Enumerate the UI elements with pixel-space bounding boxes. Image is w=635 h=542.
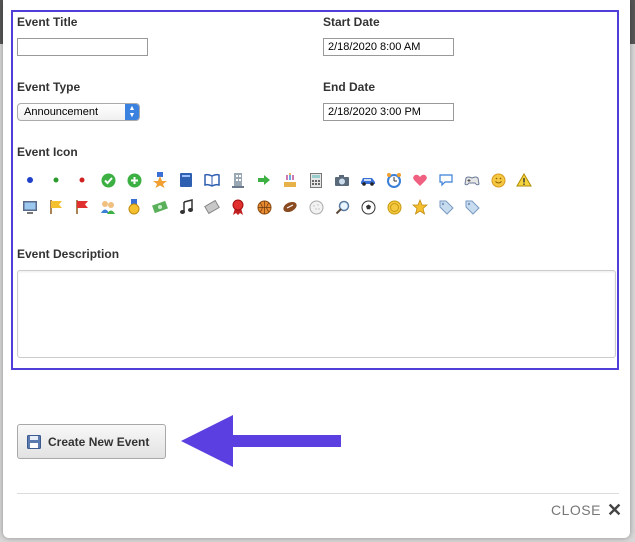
basketball-icon[interactable] — [256, 199, 272, 215]
start-date-label: Start Date — [323, 15, 380, 29]
gold-medal-icon[interactable] — [126, 199, 142, 215]
smiley-icon[interactable] — [490, 172, 506, 188]
event-description-label: Event Description — [17, 247, 120, 261]
gold-star-icon[interactable] — [412, 199, 428, 215]
event-type-label: Event Type — [17, 80, 81, 94]
end-date-input[interactable] — [323, 103, 454, 121]
floppy-disk-icon — [27, 434, 41, 449]
green-arrow-icon[interactable] — [256, 172, 272, 188]
create-new-event-label: Create New Event — [48, 434, 150, 449]
annotation-arrow — [181, 415, 341, 467]
gamepad-icon[interactable] — [464, 172, 480, 188]
soccer-ball-icon[interactable] — [360, 199, 376, 215]
speech-bubble-icon[interactable] — [438, 172, 454, 188]
red-dot-icon[interactable] — [74, 172, 90, 188]
blue-tag-icon[interactable] — [438, 199, 454, 215]
calculator-icon[interactable] — [308, 172, 324, 188]
blue-book-icon[interactable] — [178, 172, 194, 188]
start-date-input[interactable] — [323, 38, 454, 56]
red-ribbon-icon[interactable] — [230, 199, 246, 215]
ticket-icon[interactable] — [204, 199, 220, 215]
green-check-icon[interactable] — [100, 172, 116, 188]
end-date-label: End Date — [323, 80, 376, 94]
create-event-modal: Event Title Start Date Event Type Announ… — [3, 0, 630, 538]
green-dot-icon[interactable] — [48, 172, 64, 188]
footer-divider — [17, 493, 619, 494]
music-note-icon[interactable] — [178, 199, 194, 215]
birthday-cake-icon[interactable] — [282, 172, 298, 188]
football-icon[interactable] — [282, 199, 298, 215]
close-label: CLOSE — [551, 502, 601, 518]
event-description-textarea[interactable] — [17, 270, 616, 358]
event-type-value: Announcement — [24, 106, 98, 118]
close-button[interactable]: CLOSE ✕ — [551, 500, 623, 520]
building-icon[interactable] — [230, 172, 246, 188]
blue-tag-2-icon[interactable] — [464, 199, 480, 215]
star-medal-icon[interactable] — [152, 172, 168, 188]
event-type-select[interactable]: Announcement ▲ ▼ — [17, 103, 140, 121]
red-flag-icon[interactable] — [74, 199, 90, 215]
event-icon-label: Event Icon — [17, 145, 78, 159]
warning-icon[interactable] — [516, 172, 532, 188]
event-title-input[interactable] — [17, 38, 148, 56]
gold-coin-icon[interactable] — [386, 199, 402, 215]
create-new-event-button[interactable]: Create New Event — [17, 424, 166, 459]
alarm-clock-icon[interactable] — [386, 172, 402, 188]
open-book-icon[interactable] — [204, 172, 220, 188]
computer-icon[interactable] — [22, 199, 38, 215]
event-title-label: Event Title — [17, 15, 78, 29]
money-icon[interactable] — [152, 199, 168, 215]
yellow-flag-icon[interactable] — [48, 199, 64, 215]
blue-dot-icon[interactable] — [22, 172, 38, 188]
people-icon[interactable] — [100, 199, 116, 215]
select-arrows-icon: ▲ ▼ — [125, 104, 139, 120]
green-plus-icon[interactable] — [126, 172, 142, 188]
heart-icon[interactable] — [412, 172, 428, 188]
car-icon[interactable] — [360, 172, 376, 188]
magnifier-icon[interactable] — [334, 199, 350, 215]
camera-icon[interactable] — [334, 172, 350, 188]
golf-ball-icon[interactable] — [308, 199, 324, 215]
close-icon: ✕ — [606, 500, 623, 520]
